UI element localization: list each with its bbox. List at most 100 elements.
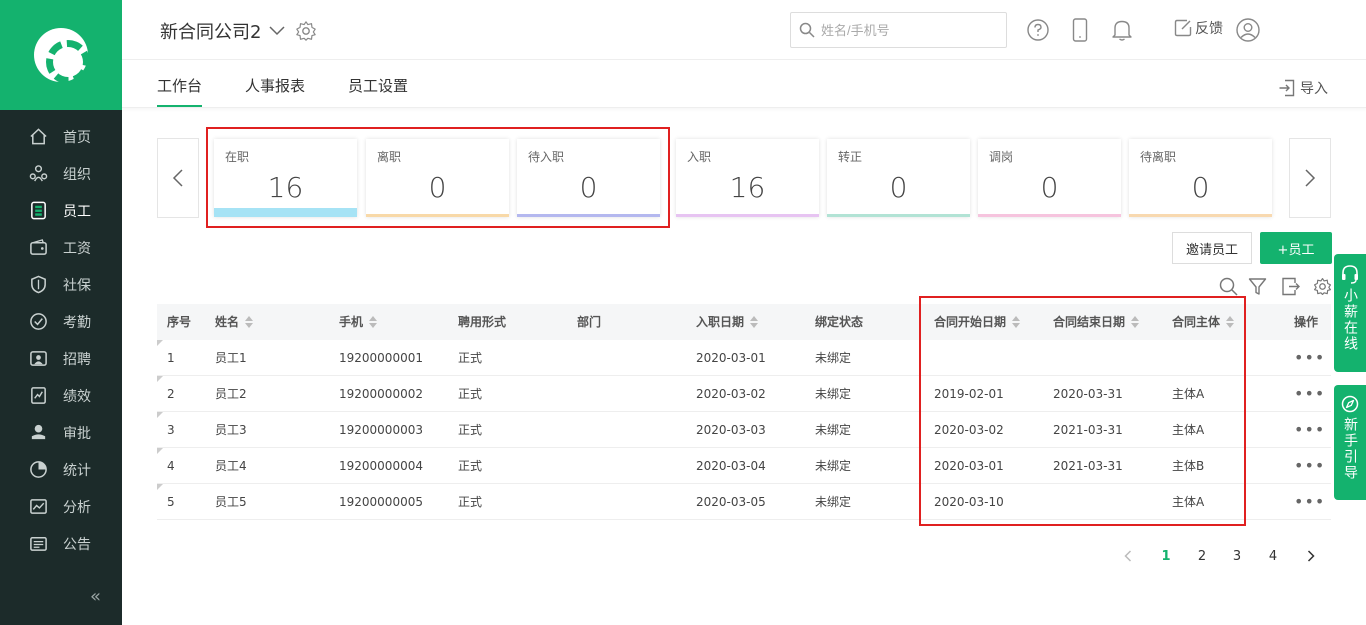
- add-employee-button[interactable]: +员工: [1260, 232, 1332, 264]
- header-col-hire-date[interactable]: 入职日期: [696, 304, 759, 340]
- sidebar-item-employee[interactable]: 员工: [0, 192, 122, 229]
- header-label: 聘用形式: [458, 315, 507, 329]
- page-2-button[interactable]: 2: [1192, 546, 1212, 566]
- help-icon[interactable]: [1026, 18, 1050, 42]
- tab-hr-report[interactable]: 人事报表: [245, 75, 305, 105]
- sidebar-item-organization[interactable]: 组织: [0, 155, 122, 192]
- tab-workbench[interactable]: 工作台: [157, 75, 203, 107]
- cell-name[interactable]: 员工4: [215, 448, 247, 484]
- sidebar: 首页组织 员工 工资社保考勤 招聘绩效审批统计分析公告 «: [0, 0, 122, 625]
- cell-index: 5: [167, 495, 175, 509]
- page-1-button[interactable]: 1: [1156, 546, 1176, 566]
- cell-employment-type: 正式: [458, 495, 483, 509]
- cell-index: 3: [167, 423, 175, 437]
- sort-icon[interactable]: [369, 316, 378, 328]
- headset-icon: [1342, 265, 1358, 284]
- tab-employee-settings[interactable]: 员工设置: [348, 75, 408, 105]
- invite-employee-button[interactable]: 邀请员工: [1172, 232, 1252, 264]
- sidebar-item-analysis[interactable]: 分析: [0, 488, 122, 525]
- logo-icon: [34, 28, 90, 84]
- company-selector[interactable]: 新合同公司2: [160, 18, 317, 44]
- search-input[interactable]: [821, 22, 991, 38]
- page-4-button[interactable]: 4: [1263, 546, 1283, 566]
- sidebar-item-announcement[interactable]: 公告: [0, 525, 122, 562]
- cell-index: 4: [167, 459, 175, 473]
- bell-icon[interactable]: [1110, 18, 1134, 42]
- header-label: 绑定状态: [815, 315, 864, 329]
- more-actions-icon[interactable]: •••: [1294, 484, 1325, 520]
- cell-binding-status: 未绑定: [815, 351, 852, 365]
- more-actions-icon[interactable]: •••: [1294, 376, 1325, 412]
- sidebar-item-label: 统计: [63, 462, 91, 479]
- sidebar-item-attendance[interactable]: 考勤: [0, 303, 122, 340]
- cell-name[interactable]: 员工3: [215, 412, 247, 448]
- gear-icon[interactable]: [295, 20, 317, 42]
- recruit-icon: [28, 349, 48, 369]
- import-icon: [1279, 79, 1295, 97]
- prev-stats-button[interactable]: [157, 138, 199, 218]
- cell-binding-status: 未绑定: [815, 495, 852, 509]
- stat-label: 调岗: [989, 150, 1014, 164]
- cell-employment-type: 正式: [458, 459, 483, 473]
- header-col-phone[interactable]: 手机: [339, 304, 378, 340]
- online-support-button[interactable]: 小薪在线: [1334, 254, 1366, 372]
- sidebar-item-home[interactable]: 首页: [0, 118, 122, 155]
- organization-icon: [28, 164, 48, 184]
- sidebar-item-pie-chart[interactable]: 统计: [0, 451, 122, 488]
- more-actions-icon[interactable]: •••: [1294, 340, 1325, 376]
- wallet-icon: [28, 238, 48, 258]
- header-label: 入职日期: [696, 315, 745, 329]
- sort-icon[interactable]: [245, 316, 254, 328]
- chevron-right-icon: [1305, 169, 1316, 187]
- cell-hire-date: 2020-03-02: [696, 387, 766, 401]
- sort-icon[interactable]: [750, 316, 759, 328]
- sidebar-item-label: 绩效: [63, 388, 91, 405]
- more-actions-icon[interactable]: •••: [1294, 412, 1325, 448]
- next-stats-button[interactable]: [1289, 138, 1331, 218]
- online-support-label: 小薪在线: [1342, 288, 1358, 352]
- import-label: 导入: [1300, 81, 1328, 97]
- page-3-button[interactable]: 3: [1227, 546, 1247, 566]
- cell-name[interactable]: 员工1: [215, 340, 247, 376]
- settings-icon[interactable]: [1312, 276, 1332, 296]
- more-actions-icon[interactable]: •••: [1294, 448, 1325, 484]
- collapse-sidebar-button[interactable]: «: [90, 586, 101, 607]
- cell-binding-status: 未绑定: [815, 459, 852, 473]
- attendance-icon: [28, 312, 48, 332]
- stat-label: 入职: [687, 150, 712, 164]
- sidebar-item-wallet[interactable]: 工资: [0, 229, 122, 266]
- sidebar-item-performance[interactable]: 绩效: [0, 377, 122, 414]
- user-avatar-icon[interactable]: [1236, 18, 1260, 42]
- next-page-button[interactable]: [1301, 546, 1321, 566]
- stat-value: 0: [1040, 171, 1059, 204]
- header-col-actions: 操作: [1294, 304, 1318, 340]
- stat-color-bar: [827, 214, 970, 217]
- sidebar-item-label: 首页: [63, 129, 91, 146]
- filter-icon[interactable]: [1247, 276, 1267, 296]
- beginner-guide-button[interactable]: 新手引导: [1334, 385, 1366, 500]
- stat-card[interactable]: 入职 16: [676, 139, 819, 217]
- sidebar-item-label: 社保: [63, 277, 91, 294]
- header-col-binding-status: 绑定状态: [815, 304, 863, 340]
- stat-card[interactable]: 转正 0: [827, 139, 970, 217]
- cell-name[interactable]: 员工5: [215, 484, 247, 520]
- sidebar-item-shield[interactable]: 社保: [0, 266, 122, 303]
- feedback-button[interactable]: 反馈: [1174, 18, 1223, 38]
- sidebar-item-recruit[interactable]: 招聘: [0, 340, 122, 377]
- search-icon[interactable]: [1218, 276, 1238, 296]
- stat-color-bar: [978, 214, 1121, 217]
- performance-icon: [28, 386, 48, 406]
- stat-card[interactable]: 调岗 0: [978, 139, 1121, 217]
- compass-icon: [1341, 395, 1359, 413]
- sidebar-item-approval[interactable]: 审批: [0, 414, 122, 451]
- logo[interactable]: [0, 0, 122, 110]
- sidebar-item-label: 公告: [63, 536, 91, 553]
- header-col-name[interactable]: 姓名: [215, 304, 254, 340]
- export-icon[interactable]: [1280, 276, 1300, 296]
- import-button[interactable]: 导入: [1278, 78, 1328, 98]
- cell-name[interactable]: 员工2: [215, 376, 247, 412]
- mobile-icon[interactable]: [1068, 18, 1092, 42]
- prev-page-button[interactable]: [1118, 546, 1138, 566]
- stat-label: 待离职: [1140, 150, 1177, 164]
- stat-card[interactable]: 待离职 0: [1129, 139, 1272, 217]
